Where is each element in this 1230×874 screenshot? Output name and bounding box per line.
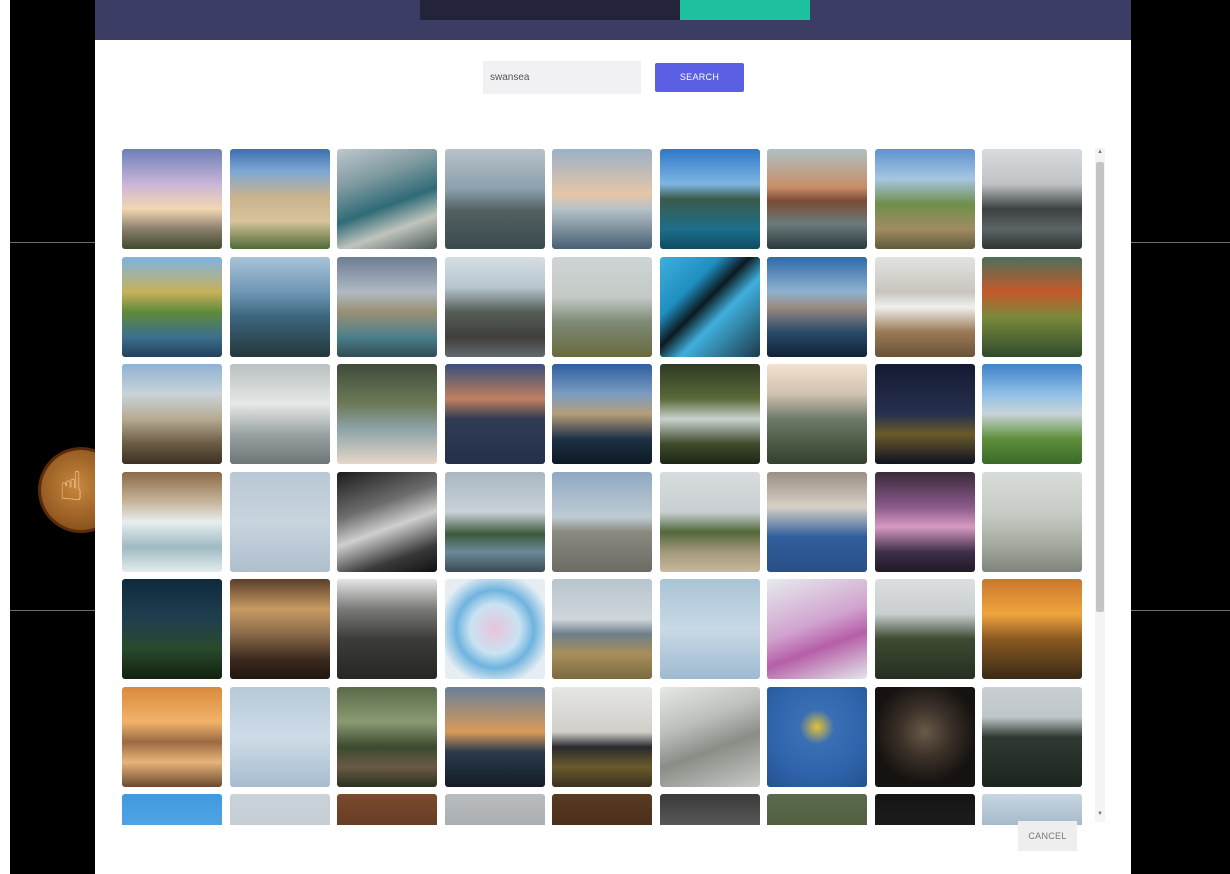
photo-thumbnail-jets-sky[interactable] [229, 686, 330, 787]
photo-thumbnail-red-arrows-pink-smoke[interactable] [767, 579, 867, 679]
photo-thumbnail-sea-wall-curve[interactable] [659, 686, 760, 787]
photo-thumbnail-bridge-dusk[interactable] [444, 364, 545, 464]
search-button[interactable]: SEARCH [655, 63, 744, 92]
photo-thumbnail-blue-harbour[interactable] [659, 149, 760, 249]
background-divider [1131, 242, 1230, 243]
image-picker-modal: SEARCH ▲ ▼ CANCEL [95, 0, 1131, 874]
photo-thumbnail-city-lights-night[interactable] [874, 364, 975, 464]
photo-thumbnail-orange-horizon[interactable] [122, 686, 222, 787]
photo-thumbnail-swan-pond[interactable] [982, 471, 1082, 572]
photo-thumbnail-island-cliff[interactable] [229, 256, 330, 357]
photo-thumbnail-sandy-beach-bay[interactable] [229, 149, 330, 249]
photo-thumbnail-sea-sunset[interactable] [444, 686, 545, 787]
photo-thumbnail-rocky-shore[interactable] [982, 149, 1082, 249]
photo-thumbnail-coastal-hills[interactable] [874, 149, 975, 249]
photo-thumbnail-marina-aerial[interactable] [337, 149, 437, 249]
photo-thumbnail-dark-partial[interactable] [874, 794, 975, 825]
photo-thumbnail-red-arrows-formation[interactable] [229, 471, 330, 572]
photo-thumbnail-brick-chimney-reflection[interactable] [767, 149, 867, 249]
tab-bar [420, 0, 810, 20]
photo-thumbnail-lighthouse-island[interactable] [444, 149, 545, 249]
background-divider [10, 610, 95, 611]
background-divider [1131, 610, 1230, 611]
scroll-down-icon[interactable]: ▼ [1096, 811, 1104, 817]
photo-thumbnail-dark-forest[interactable] [982, 686, 1082, 787]
photo-thumbnail-milky-way-forest[interactable] [122, 579, 222, 679]
photo-thumbnail-green-bay[interactable] [982, 364, 1082, 464]
photo-thumbnail-golden-sunset-rocks[interactable] [982, 579, 1082, 679]
photo-thumbnail-hilltop-lighthouse[interactable] [874, 579, 975, 679]
search-input[interactable] [483, 61, 641, 94]
photo-thumbnail-waves-partial[interactable] [444, 794, 545, 825]
photo-thumbnail-rock-face[interactable] [337, 579, 437, 679]
photo-thumbnail-cliff-steps[interactable] [767, 364, 867, 464]
photo-thumbnail-photographer-rock[interactable] [552, 686, 652, 787]
photo-thumbnail-interior-partial[interactable] [337, 794, 437, 825]
photo-thumbnail-bird-in-tree[interactable] [337, 686, 437, 787]
photo-thumbnail-bw-crowd-partial[interactable] [659, 794, 760, 825]
cancel-button[interactable]: CANCEL [1018, 821, 1077, 851]
photo-thumbnail-sunset-clouds-coast[interactable] [122, 149, 222, 249]
photo-thumbnail-autumn-lake[interactable] [122, 256, 222, 357]
photo-thumbnail-beach-walker[interactable] [552, 471, 652, 572]
photo-thumbnail-harbour-boats[interactable] [767, 256, 867, 357]
photo-thumbnail-bw-waves[interactable] [337, 471, 437, 572]
photo-thumbnail-waves-shore[interactable] [122, 471, 222, 572]
photo-thumbnail-misty-coast[interactable] [552, 256, 652, 357]
photo-thumbnail-dancers-mural[interactable] [659, 256, 760, 357]
photo-thumbnail-jets-diving[interactable] [659, 579, 760, 679]
photo-grid [122, 149, 1082, 825]
photo-thumbnail-purple-sunset[interactable] [874, 471, 975, 572]
photo-thumbnail-wedding-beach[interactable] [552, 579, 652, 679]
photo-thumbnail-girl-with-ponies[interactable] [122, 364, 222, 464]
photo-thumbnail-tree-partial[interactable] [767, 794, 867, 825]
photo-thumbnail-railway-station[interactable] [229, 579, 330, 679]
photo-thumbnail-autumn-forest[interactable] [982, 256, 1082, 357]
photo-thumbnail-lighthouse-mumbles[interactable] [444, 471, 545, 572]
photo-thumbnail-rocky-headland[interactable] [444, 256, 545, 357]
photo-thumbnail-hot-air-balloon[interactable] [767, 686, 867, 787]
photo-thumbnail-green-headland[interactable] [659, 471, 760, 572]
background-divider [10, 242, 95, 243]
photo-thumbnail-stone-tower[interactable] [337, 256, 437, 357]
photo-thumbnail-waterfall[interactable] [659, 364, 760, 464]
tab-2[interactable] [550, 0, 680, 20]
photo-thumbnail-blue-sky-partial[interactable] [122, 794, 222, 825]
photo-thumbnail-ice-cream-cup[interactable] [337, 364, 437, 464]
photo-thumbnail-skull-dark[interactable] [874, 686, 975, 787]
photo-thumbnail-swans[interactable] [229, 364, 330, 464]
tab-1[interactable] [420, 0, 550, 20]
modal-header [95, 0, 1131, 40]
photo-grid-viewport [115, 145, 1103, 825]
background-left-strip [0, 0, 10, 874]
tab-3-active[interactable] [680, 0, 810, 20]
photo-thumbnail-old-man-portrait[interactable] [767, 471, 867, 572]
scrollbar-thumb[interactable] [1096, 162, 1104, 612]
photo-thumbnail-ponies-moor[interactable] [874, 256, 975, 357]
scroll-up-icon[interactable]: ▲ [1096, 149, 1104, 155]
photo-thumbnail-smoke-trails-blue[interactable] [444, 579, 545, 679]
photo-thumbnail-marina-night[interactable] [552, 364, 652, 464]
photo-thumbnail-grey-sky-partial[interactable] [229, 794, 330, 825]
photo-thumbnail-pier-dusk[interactable] [552, 149, 652, 249]
photo-thumbnail-bar-interior-partial[interactable] [552, 794, 652, 825]
